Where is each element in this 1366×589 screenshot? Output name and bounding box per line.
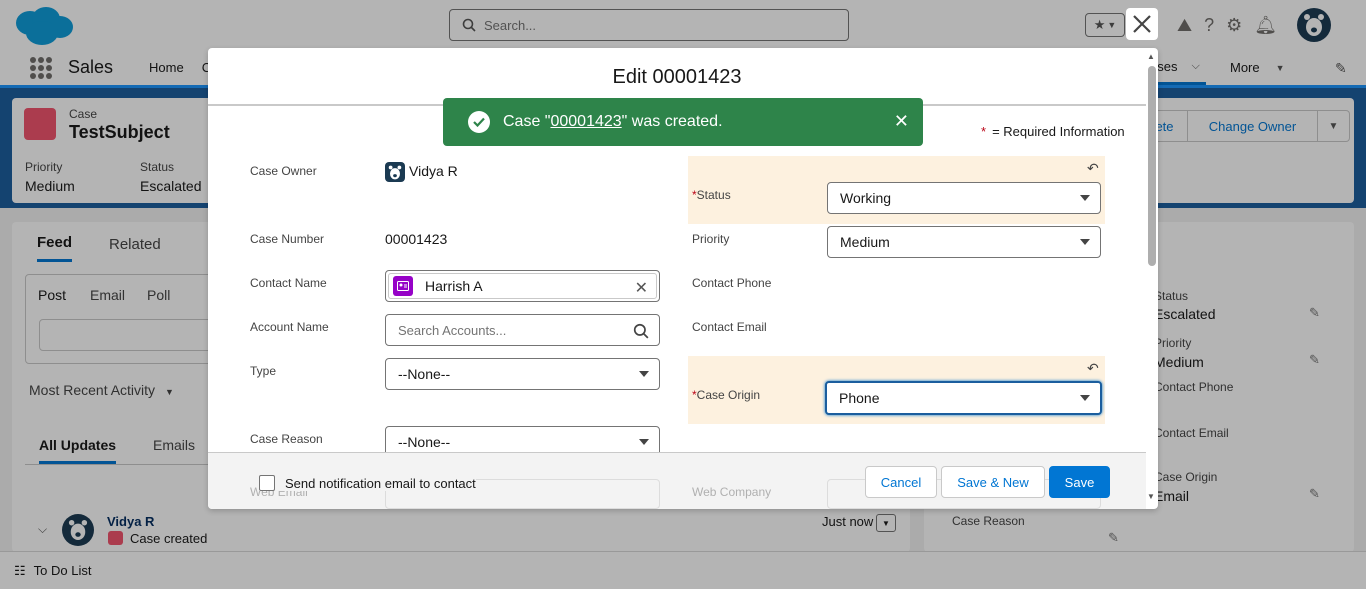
case-origin-label: *Case Origin	[692, 388, 760, 402]
caret-down-icon	[1080, 195, 1090, 201]
bear-avatar-icon	[388, 165, 402, 179]
search-icon	[633, 323, 649, 339]
type-value: --None--	[398, 366, 451, 382]
caret-down-icon	[1080, 395, 1090, 401]
status-select[interactable]: Working	[827, 182, 1101, 214]
case-origin-value: Phone	[839, 390, 880, 406]
priority-label: Priority	[692, 232, 730, 246]
required-info-text: = Required Information	[992, 124, 1125, 139]
cancel-button[interactable]: Cancel	[865, 466, 937, 498]
account-search-placeholder: Search Accounts...	[398, 322, 507, 338]
toast-prefix: Case "	[503, 113, 551, 130]
case-number-value: 00001423	[385, 231, 448, 247]
contact-name-lookup[interactable]: Harrish A ✕	[385, 270, 660, 302]
scroll-up-arrow-icon[interactable]: ▲	[1147, 52, 1155, 61]
success-check-icon	[468, 111, 490, 133]
case-reason-label: Case Reason	[250, 432, 323, 446]
case-origin-select[interactable]: Phone	[825, 381, 1102, 415]
contact-card-icon	[393, 276, 413, 296]
contact-phone-label: Contact Phone	[692, 276, 772, 290]
save-and-new-button[interactable]: Save & New	[941, 466, 1045, 498]
owner-avatar	[385, 162, 405, 182]
priority-select[interactable]: Medium	[827, 226, 1101, 258]
account-name-search-input[interactable]: Search Accounts...	[385, 314, 660, 346]
toast-message: Case "00001423" was created.	[503, 113, 723, 131]
type-label: Type	[250, 364, 277, 378]
undo-case-origin-icon[interactable]: ↶	[1087, 360, 1099, 377]
case-owner-value[interactable]: Vidya R	[409, 163, 458, 179]
type-select[interactable]: --None--	[385, 358, 660, 390]
notify-contact-checkbox[interactable]	[259, 475, 275, 491]
case-reason-value: --None--	[398, 434, 451, 450]
caret-down-icon	[639, 371, 649, 377]
status-label-text: Status	[696, 188, 731, 202]
contact-pill[interactable]: Harrish A ✕	[388, 273, 657, 299]
case-owner-label: Case Owner	[250, 164, 317, 178]
caret-down-icon	[639, 439, 649, 445]
contact-email-label: Contact Email	[692, 320, 767, 334]
save-button[interactable]: Save	[1049, 466, 1110, 498]
priority-value: Medium	[840, 234, 890, 250]
scrollbar-thumb[interactable]	[1148, 66, 1156, 266]
notify-contact-row: Send notification email to contact	[259, 475, 476, 491]
clear-contact-icon[interactable]: ✕	[635, 278, 648, 298]
close-modal-button[interactable]	[1126, 8, 1158, 40]
required-info-legend: * = Required Information	[981, 124, 1125, 139]
modal-footer: Web Email Web Company Send notification …	[208, 452, 1146, 509]
required-star: *	[981, 124, 987, 139]
close-toast-icon[interactable]: ✕	[894, 111, 909, 132]
status-value: Working	[840, 190, 892, 206]
modal-scrollbar[interactable]: ▲ ▼	[1146, 52, 1158, 507]
toast-suffix: " was created.	[621, 113, 723, 130]
undo-status-icon[interactable]: ↶	[1087, 160, 1099, 177]
caret-down-icon	[1080, 239, 1090, 245]
toast-record-link[interactable]: 00001423	[550, 113, 621, 130]
web-company-label: Web Company	[692, 485, 772, 499]
status-label: *Status	[692, 188, 731, 202]
account-name-label: Account Name	[250, 320, 329, 334]
case-origin-label-text: Case Origin	[696, 388, 761, 402]
contact-name-value: Harrish A	[425, 278, 483, 294]
contact-name-label: Contact Name	[250, 276, 327, 290]
close-icon	[1133, 15, 1151, 33]
success-toast: Case "00001423" was created. ✕	[443, 98, 923, 146]
notify-contact-label[interactable]: Send notification email to contact	[285, 476, 476, 491]
case-number-label: Case Number	[250, 232, 325, 246]
scroll-down-arrow-icon[interactable]: ▼	[1147, 492, 1155, 501]
